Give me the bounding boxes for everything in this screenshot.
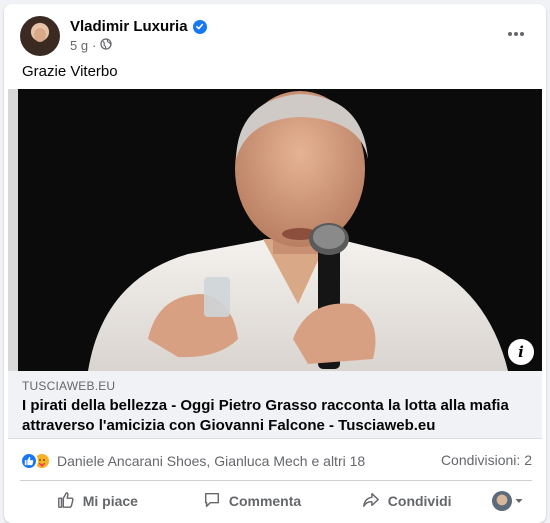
author-name[interactable]: Vladimir Luxuria bbox=[70, 18, 188, 35]
chevron-down-icon bbox=[514, 493, 524, 509]
post-caption: Grazie Viterbo bbox=[22, 63, 118, 80]
meta-separator: · bbox=[92, 38, 97, 53]
author-avatar[interactable] bbox=[20, 16, 60, 56]
info-icon[interactable]: i bbox=[508, 339, 534, 365]
link-title[interactable]: I pirati della bellezza - Oggi Pietro Gr… bbox=[22, 396, 532, 436]
post-card: Vladimir Luxuria 5 g · Grazie Viterbo i … bbox=[4, 4, 546, 523]
share-button[interactable]: Condividi bbox=[329, 484, 484, 518]
comment-label: Commenta bbox=[228, 493, 302, 509]
post-meta: 5 g · bbox=[70, 38, 113, 53]
reaction-names[interactable]: Daniele Ancarani Shoes, Gianluca Mech e … bbox=[57, 453, 365, 469]
post-header: Vladimir Luxuria 5 g · bbox=[20, 16, 530, 56]
thumbs-up-icon bbox=[57, 491, 75, 512]
comment-button[interactable]: Commenta bbox=[175, 484, 330, 518]
divider bbox=[20, 480, 532, 481]
speaker-photo bbox=[88, 91, 508, 371]
image-edge bbox=[8, 89, 18, 371]
like-label: Mi piace bbox=[82, 493, 138, 509]
globe-icon[interactable] bbox=[100, 38, 113, 53]
share-icon bbox=[362, 491, 380, 512]
share-label: Condividi bbox=[387, 493, 452, 509]
like-button[interactable]: Mi piace bbox=[20, 484, 175, 518]
verified-badge-icon bbox=[192, 19, 207, 34]
share-count[interactable]: Condivisioni: 2 bbox=[441, 452, 532, 468]
link-domain: TUSCIAWEB.EU bbox=[22, 379, 116, 393]
like-reaction-icon[interactable] bbox=[20, 452, 38, 470]
more-icon[interactable] bbox=[502, 22, 530, 46]
post-time[interactable]: 5 g bbox=[70, 38, 88, 53]
action-bar: Mi piace Commenta Condividi bbox=[20, 484, 532, 518]
author-name-row: Vladimir Luxuria bbox=[70, 18, 207, 35]
profile-avatar bbox=[492, 491, 513, 511]
reactions-bar: Daniele Ancarani Shoes, Gianluca Mech e … bbox=[20, 450, 532, 472]
comment-icon bbox=[203, 491, 221, 512]
link-preview-image[interactable]: i bbox=[8, 89, 542, 371]
link-preview[interactable]: TUSCIAWEB.EU I pirati della bellezza - O… bbox=[8, 371, 542, 439]
audience-selector[interactable] bbox=[484, 484, 532, 518]
